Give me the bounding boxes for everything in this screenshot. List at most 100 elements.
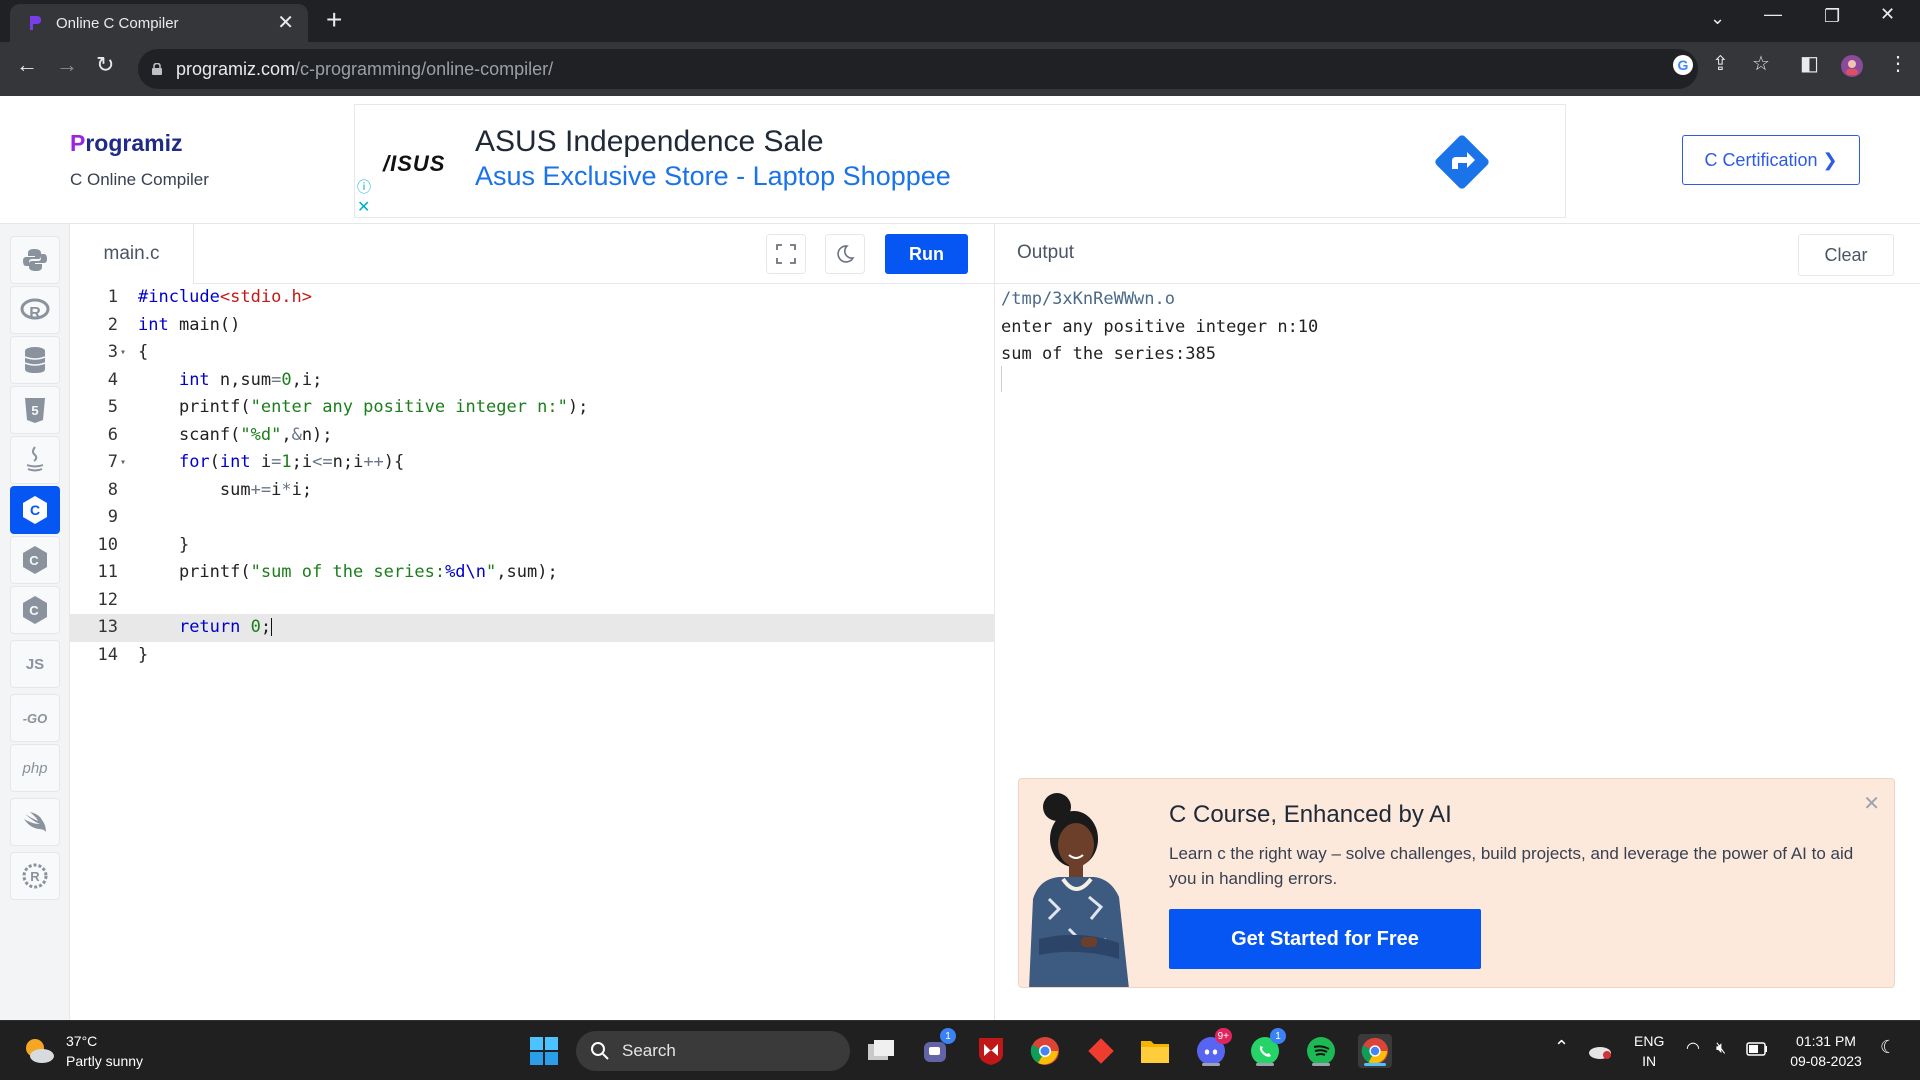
- url-text: programiz.com/c-programming/online-compi…: [176, 58, 554, 79]
- programiz-logo[interactable]: Programiz: [70, 130, 182, 157]
- sidebar-item-python[interactable]: [10, 236, 60, 284]
- browser-tab[interactable]: Online C Compiler ✕: [10, 4, 308, 42]
- moon-icon: [837, 245, 855, 263]
- taskbar-search[interactable]: Search: [576, 1031, 850, 1071]
- dark-mode-button[interactable]: [825, 234, 865, 274]
- volume-muted-icon[interactable]: 🔇︎: [1716, 1039, 1726, 1059]
- c-certification-button[interactable]: C Certification ❯: [1682, 135, 1860, 185]
- ad-subtitle[interactable]: Asus Exclusive Store - Laptop Shoppee: [475, 161, 951, 192]
- teams-icon[interactable]: 1: [918, 1028, 956, 1068]
- spotify-icon[interactable]: [1304, 1034, 1338, 1068]
- console-caret: [1001, 366, 1002, 392]
- directions-arrow-icon[interactable]: [1433, 133, 1491, 191]
- fold-arrow-icon[interactable]: ▾: [120, 339, 126, 367]
- sidebar-item-rust[interactable]: R: [10, 852, 60, 900]
- sidebar-item-sql[interactable]: [10, 336, 60, 384]
- sidebar-item-cpp[interactable]: C: [10, 536, 60, 584]
- chrome-active-icon[interactable]: [1358, 1034, 1392, 1068]
- python-icon: [23, 249, 47, 271]
- output-console[interactable]: /tmp/3xKnReWWwn.o enter any positive inte…: [1001, 286, 1318, 369]
- sidebar-item-swift[interactable]: [10, 798, 60, 846]
- cpp-icon: C: [23, 546, 47, 574]
- start-button[interactable]: [527, 1034, 561, 1068]
- output-header: Output Clear: [995, 224, 1920, 284]
- running-indicator: [1202, 1063, 1220, 1066]
- git-kraken-icon[interactable]: [1084, 1034, 1118, 1068]
- whatsapp-icon[interactable]: 1: [1248, 1028, 1286, 1068]
- code-line: 9: [107, 507, 118, 527]
- discord-icon[interactable]: 9+: [1194, 1028, 1232, 1068]
- promo-close-icon[interactable]: ✕: [1863, 791, 1880, 816]
- chrome-icon[interactable]: [1028, 1034, 1062, 1068]
- clear-button[interactable]: Clear: [1798, 234, 1894, 276]
- code-line: 10 }: [97, 534, 190, 555]
- code-line: 8 sum+=i*i;: [107, 479, 313, 500]
- running-indicator: [1312, 1063, 1330, 1066]
- google-icon[interactable]: G: [1672, 54, 1694, 80]
- clock-date: 09-08-2023: [1790, 1053, 1862, 1069]
- sidebar-item-html[interactable]: 5: [10, 386, 60, 434]
- share-icon[interactable]: ⇪: [1712, 54, 1729, 74]
- show-hidden-icons-icon[interactable]: ⌃: [1554, 1037, 1569, 1057]
- taskview-icon[interactable]: [864, 1034, 898, 1068]
- instructor-photo: [1029, 793, 1129, 987]
- sidebar-item-javascript[interactable]: JS: [10, 640, 60, 688]
- promo-description: Learn c the right way – solve challenges…: [1169, 844, 1854, 888]
- ad-info-icon[interactable]: ⓘ: [357, 177, 371, 197]
- code-line: 4 int n,sum=0,i;: [107, 369, 323, 390]
- profile-avatar[interactable]: [1840, 54, 1864, 82]
- weather-widget[interactable]: 37°C Partly sunny: [22, 1031, 143, 1071]
- sidebar-item-php[interactable]: php: [10, 744, 60, 792]
- clock[interactable]: 01:31 PM 09-08-2023: [1782, 1031, 1870, 1071]
- sidebar-item-java[interactable]: [10, 436, 60, 484]
- sidebar-item-csharp[interactable]: C: [10, 586, 60, 634]
- window-close-icon[interactable]: ✕: [1880, 4, 1895, 25]
- run-button[interactable]: Run: [885, 234, 968, 274]
- tab-close-icon[interactable]: ✕: [277, 13, 294, 33]
- code-line: 11 printf("sum of the series:%d\n",sum);: [97, 562, 558, 582]
- restore-icon[interactable]: ❐: [1824, 6, 1840, 27]
- advertisement-banner[interactable]: ⓘ ✕ /ISUS ASUS Independence Sale Asus Ex…: [354, 104, 1566, 218]
- sidebar-item-go[interactable]: -GO: [10, 694, 60, 742]
- address-bar[interactable]: programiz.com/c-programming/online-compi…: [138, 49, 1698, 89]
- side-panel-icon[interactable]: ◧: [1800, 54, 1819, 74]
- get-started-button[interactable]: Get Started for Free: [1169, 909, 1481, 969]
- ad-close-icon[interactable]: ✕: [357, 197, 370, 217]
- c-language-icon: C: [23, 496, 47, 524]
- svg-text:C: C: [29, 553, 39, 568]
- language-indicator[interactable]: ENG IN: [1634, 1031, 1664, 1071]
- file-tab-main-c[interactable]: main.c: [70, 224, 194, 284]
- battery-icon[interactable]: [1746, 1042, 1768, 1056]
- code-line: 6 scanf("%d",&n);: [107, 424, 333, 445]
- windows-taskbar: 37°C Partly sunny Search 1 9+ 1 ⌃ ENG IN…: [0, 1020, 1920, 1080]
- back-icon[interactable]: ←: [16, 54, 38, 76]
- fold-arrow-icon[interactable]: ▾: [120, 449, 126, 477]
- bookmark-star-icon[interactable]: ☆: [1752, 54, 1770, 74]
- sidebar-item-r[interactable]: R: [10, 286, 60, 334]
- running-indicator: [1256, 1063, 1274, 1066]
- sidebar-item-c[interactable]: C: [10, 486, 60, 534]
- wifi-icon[interactable]: ◠: [1686, 1039, 1700, 1059]
- minimize-icon[interactable]: —: [1764, 4, 1782, 25]
- tab-title: Online C Compiler: [56, 14, 179, 32]
- chrome-menu-icon[interactable]: ⋮: [1888, 54, 1908, 74]
- code-editor-pane: main.c Run 1 #include<stdio.h> 2 int main(…: [70, 224, 995, 1020]
- new-tab-button[interactable]: +: [326, 6, 342, 34]
- windows-logo-icon: [530, 1037, 558, 1065]
- tab-search-chevron-icon[interactable]: ⌄: [1710, 8, 1725, 29]
- svg-text:R: R: [30, 869, 40, 884]
- mcafee-icon[interactable]: [974, 1034, 1008, 1068]
- java-icon: [26, 446, 44, 472]
- reload-icon[interactable]: ↻: [96, 54, 114, 76]
- whatsapp-badge: 1: [1270, 1028, 1286, 1044]
- browser-toolbar: ← → ↻ programiz.com/c-programming/online…: [0, 42, 1920, 96]
- onedrive-icon[interactable]: [1588, 1043, 1612, 1059]
- code-area[interactable]: 1 #include<stdio.h> 2 int main() 3 ▾{ 4 int…: [70, 284, 995, 669]
- output-line: /tmp/3xKnReWWwn.o: [1001, 289, 1175, 309]
- fullscreen-button[interactable]: [766, 234, 806, 274]
- forward-icon[interactable]: →: [56, 54, 78, 76]
- notifications-icon[interactable]: ☾: [1880, 1037, 1896, 1057]
- file-explorer-icon[interactable]: [1138, 1034, 1172, 1068]
- temperature: 37°C: [66, 1033, 98, 1049]
- code-line: 12: [97, 589, 118, 610]
